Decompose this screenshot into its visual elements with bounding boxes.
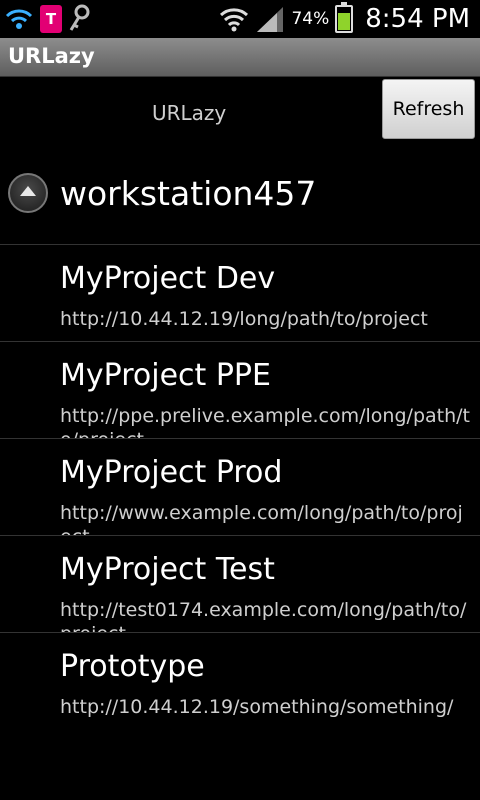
status-bar-right: 74% 8:54 PM [219,0,470,38]
wifi-icon [220,8,249,32]
refresh-button[interactable]: Refresh [382,79,475,139]
item-url: http://www.example.com/long/path/to/proj… [60,502,463,535]
group-header[interactable]: workstation457 [0,146,480,245]
item-url: http://10.44.12.19/something/something/ [60,696,454,718]
list-item[interactable]: MyProject PPE http://ppe.prelive.example… [0,342,480,439]
item-name: Prototype [60,649,205,684]
item-url: http://ppe.prelive.example.com/long/path… [60,405,470,438]
app-title: URLazy [8,44,95,68]
item-url: http://10.44.12.19/long/path/to/project [60,308,428,330]
status-bar: T 74% 8:54 PM [0,0,480,38]
item-name: MyProject Prod [60,455,283,490]
carrier-icon: T [40,5,62,33]
app-label: URLazy [152,101,227,125]
item-url: http://test0174.example.com/long/path/to… [60,599,467,632]
battery-percent: 74% [291,9,330,29]
list-item[interactable]: MyProject Test http://test0174.example.c… [0,536,480,633]
battery-icon [335,2,354,33]
list-item[interactable]: MyProject Prod http://www.example.com/lo… [0,439,480,536]
wifi-hotspot-icon [5,9,33,29]
item-name: MyProject Dev [60,261,276,296]
status-bar-left: T [4,2,92,36]
list-item[interactable]: MyProject Dev http://10.44.12.19/long/pa… [0,245,480,342]
item-name: MyProject Test [60,552,275,587]
list-item[interactable]: Prototype http://10.44.12.19/something/s… [0,633,480,729]
item-name: MyProject PPE [60,358,271,393]
signal-icon [257,7,284,32]
url-list: MyProject Dev http://10.44.12.19/long/pa… [0,245,480,729]
app-title-bar: URLazy [0,38,480,77]
group-title: workstation457 [60,174,317,213]
collapse-arrow-icon[interactable] [8,173,48,213]
key-icon [69,4,90,31]
clock: 8:54 PM [365,4,470,34]
